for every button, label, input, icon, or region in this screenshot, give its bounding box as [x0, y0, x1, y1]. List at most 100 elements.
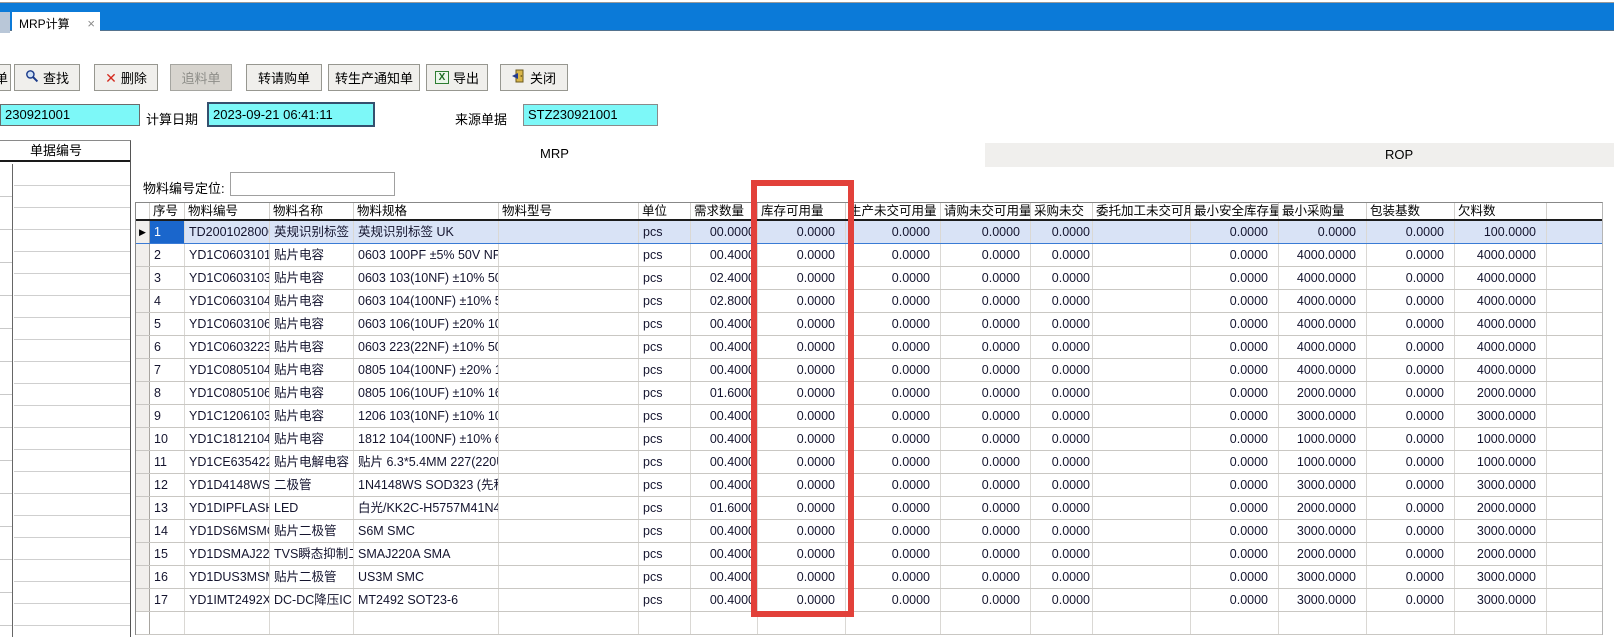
- cell-spec[interactable]: 1206 103(10NF) ±10% 100: [354, 405, 499, 427]
- cell-model[interactable]: [499, 336, 639, 358]
- cell-consign[interactable]: [1093, 543, 1191, 565]
- cell-code[interactable]: YD1C0603103K: [185, 267, 270, 289]
- cell-pack[interactable]: 0.0000: [1367, 543, 1455, 565]
- cell-name[interactable]: 贴片电解电容: [270, 451, 354, 473]
- cell-prod[interactable]: 0.0000: [846, 221, 941, 243]
- cell-model[interactable]: [499, 405, 639, 427]
- cell-req[interactable]: 0.0000: [941, 428, 1031, 450]
- cell-req[interactable]: 0.0000: [941, 313, 1031, 335]
- tab-rop-label[interactable]: ROP: [1385, 147, 1413, 162]
- cell-fill[interactable]: [1547, 451, 1603, 473]
- cell-stock[interactable]: 0.0000: [758, 267, 846, 289]
- cell-demand[interactable]: 01.6000: [691, 497, 758, 519]
- column-header-demand[interactable]: 需求数量: [691, 203, 758, 219]
- cell-req[interactable]: 0.0000: [941, 267, 1031, 289]
- cell-demand[interactable]: 00.4000: [691, 428, 758, 450]
- cell-purch[interactable]: 0.0000: [1031, 244, 1093, 266]
- cell-minpurch[interactable]: 4000.0000: [1279, 336, 1367, 358]
- table-row[interactable]: 2YD1C0603101J贴片电容0603 100PF ±5% 50V NPOp…: [136, 244, 1602, 267]
- table-row[interactable]: 15YD1DSMAJ220ATVS瞬态抑制二极SMAJ220A SMApcs00…: [136, 543, 1602, 566]
- cell-spec[interactable]: S6M SMC: [354, 520, 499, 542]
- cell-fill[interactable]: [1547, 474, 1603, 496]
- column-header-pack[interactable]: 包装基数: [1367, 203, 1455, 219]
- table-row[interactable]: 6YD1C0603223K贴片电容0603 223(22NF) ±10% 50V…: [136, 336, 1602, 359]
- cell-code[interactable]: YD1DIPFLASH5: [185, 497, 270, 519]
- cell-seq[interactable]: 8: [150, 382, 185, 404]
- cell-unit[interactable]: pcs: [639, 267, 691, 289]
- cell-model[interactable]: [499, 566, 639, 588]
- cell-fill[interactable]: [1547, 520, 1603, 542]
- cell-code[interactable]: YD1DS6MSMCX: [185, 520, 270, 542]
- cell-short[interactable]: 4000.0000: [1455, 336, 1547, 358]
- cell-seq[interactable]: 4: [150, 290, 185, 312]
- cell-fill[interactable]: [1547, 497, 1603, 519]
- column-header-minpurch[interactable]: 最小采购量: [1279, 203, 1367, 219]
- cell-seq[interactable]: 11: [150, 451, 185, 473]
- cell-spec[interactable]: 0603 103(10NF) ±10% 50V: [354, 267, 499, 289]
- cell-fill[interactable]: [1547, 267, 1603, 289]
- cell-model[interactable]: [499, 267, 639, 289]
- cell-spec[interactable]: 0805 106(10UF) ±10% 16V: [354, 382, 499, 404]
- cell-unit[interactable]: pcs: [639, 589, 691, 611]
- cell-prod[interactable]: 0.0000: [846, 428, 941, 450]
- column-header-unit[interactable]: 单位: [639, 203, 691, 219]
- cell-consign[interactable]: [1093, 497, 1191, 519]
- cell-purch[interactable]: 0.0000: [1031, 566, 1093, 588]
- column-header-model[interactable]: 物料型号: [499, 203, 639, 219]
- cell-prod[interactable]: 0.0000: [846, 359, 941, 381]
- cell-seq[interactable]: 3: [150, 267, 185, 289]
- cell-model[interactable]: [499, 520, 639, 542]
- cell-prod[interactable]: 0.0000: [846, 520, 941, 542]
- cell-purch[interactable]: 0.0000: [1031, 267, 1093, 289]
- column-header-spec[interactable]: 物料规格: [354, 203, 499, 219]
- cell-stock[interactable]: 0.0000: [758, 405, 846, 427]
- cell-code[interactable]: YD1CE6354227: [185, 451, 270, 473]
- cell-req[interactable]: 0.0000: [941, 359, 1031, 381]
- cell-prod[interactable]: 0.0000: [846, 290, 941, 312]
- cell-model[interactable]: [499, 497, 639, 519]
- cell-pack[interactable]: 0.0000: [1367, 313, 1455, 335]
- cell-code[interactable]: YD1C0603101J: [185, 244, 270, 266]
- cell-short[interactable]: 100.0000: [1455, 221, 1547, 243]
- cell-model[interactable]: [499, 543, 639, 565]
- cell-model[interactable]: [499, 359, 639, 381]
- cell-consign[interactable]: [1093, 474, 1191, 496]
- cell-minpurch[interactable]: 4000.0000: [1279, 244, 1367, 266]
- cell-unit[interactable]: pcs: [639, 336, 691, 358]
- material-locator-input[interactable]: [230, 172, 395, 196]
- cell-pack[interactable]: 0.0000: [1367, 267, 1455, 289]
- cell-purch[interactable]: 0.0000: [1031, 221, 1093, 243]
- cell-name[interactable]: 贴片二极管: [270, 520, 354, 542]
- cell-minpurch[interactable]: 0.0000: [1279, 221, 1367, 243]
- cell-name[interactable]: 贴片电容: [270, 405, 354, 427]
- cell-seq[interactable]: 2: [150, 244, 185, 266]
- cell-short[interactable]: 1000.0000: [1455, 451, 1547, 473]
- cell-seq[interactable]: 9: [150, 405, 185, 427]
- cell-spec[interactable]: MT2492 SOT23-6: [354, 589, 499, 611]
- column-header-seq[interactable]: 序号: [150, 203, 185, 219]
- cell-fill[interactable]: [1547, 290, 1603, 312]
- calc-date-field[interactable]: 2023-09-21 06:41:11: [207, 102, 375, 127]
- cell-name[interactable]: 贴片二极管: [270, 566, 354, 588]
- cell-req[interactable]: 0.0000: [941, 221, 1031, 243]
- cell-stock[interactable]: 0.0000: [758, 497, 846, 519]
- close-button[interactable]: 关闭: [500, 64, 568, 91]
- cell-code[interactable]: YD1C0805106K: [185, 382, 270, 404]
- column-header-name[interactable]: 物料名称: [270, 203, 354, 219]
- cell-unit[interactable]: pcs: [639, 451, 691, 473]
- cell-purch[interactable]: 0.0000: [1031, 497, 1093, 519]
- cell-demand[interactable]: 00.4000: [691, 336, 758, 358]
- cell-fill[interactable]: [1547, 313, 1603, 335]
- cell-short[interactable]: 3000.0000: [1455, 474, 1547, 496]
- cell-req[interactable]: 0.0000: [941, 382, 1031, 404]
- to-purchase-request-button[interactable]: 转请购单: [246, 64, 322, 91]
- cell-seq[interactable]: 12: [150, 474, 185, 496]
- cell-model[interactable]: [499, 290, 639, 312]
- cell-model[interactable]: [499, 474, 639, 496]
- cell-consign[interactable]: [1093, 290, 1191, 312]
- cell-stock[interactable]: 0.0000: [758, 543, 846, 565]
- cell-demand[interactable]: 02.4000: [691, 267, 758, 289]
- cell-minpurch[interactable]: 3000.0000: [1279, 405, 1367, 427]
- cell-unit[interactable]: pcs: [639, 405, 691, 427]
- cell-prod[interactable]: 0.0000: [846, 336, 941, 358]
